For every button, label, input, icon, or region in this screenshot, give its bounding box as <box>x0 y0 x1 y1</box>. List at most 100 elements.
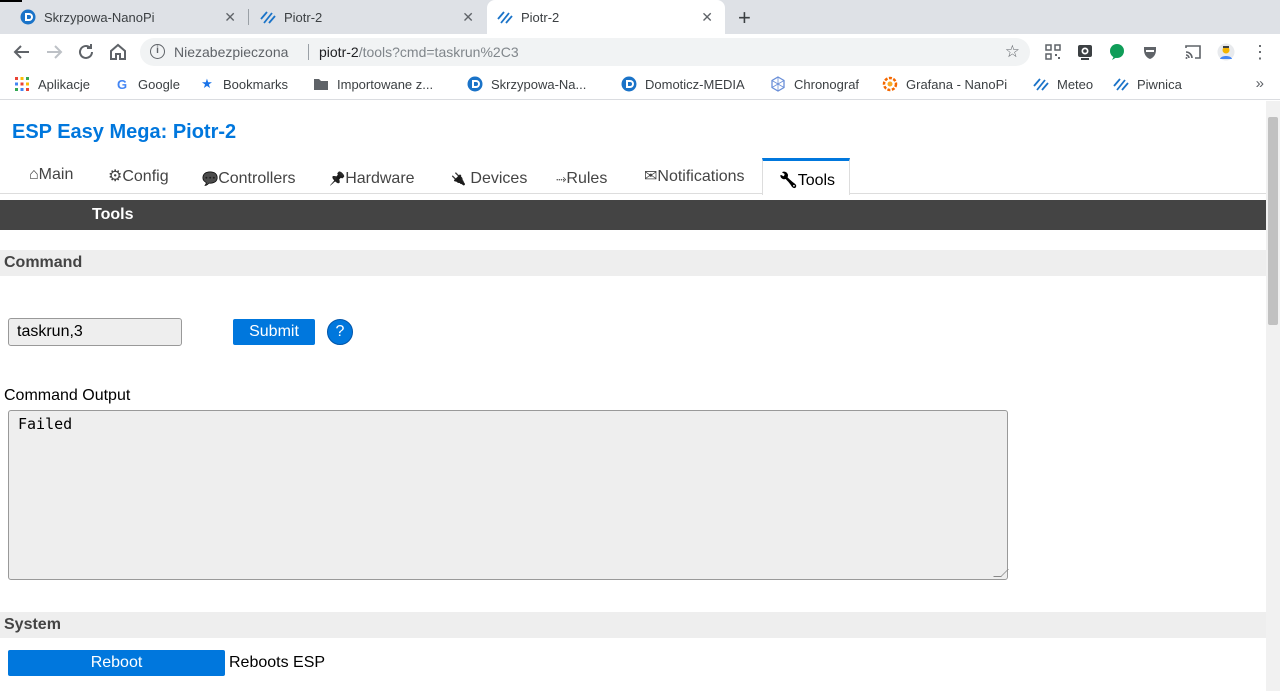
domoticz-icon <box>621 76 637 92</box>
page-content: ESP Easy Mega: Piotr-2 ⌂Main ⚙Config 💬Co… <box>0 101 1266 691</box>
bookmark-chronograf[interactable]: Chronograf <box>770 76 859 92</box>
tab-close-icon[interactable]: ✕ <box>224 9 236 26</box>
webcam-icon[interactable] <box>1076 43 1094 61</box>
bookmark-grafana[interactable]: Grafana - NanoPi <box>882 76 1007 92</box>
main-menu: ⌂Main ⚙Config 💬Controllers 📌Hardware 🔌 D… <box>0 158 1266 195</box>
tab-title: Skrzypowa-NanoPi <box>44 9 155 25</box>
wrench-icon: 🔧 <box>779 172 798 189</box>
menu-main[interactable]: ⌂Main <box>29 166 73 184</box>
pushpin-icon: 📌 <box>329 171 346 186</box>
domoticz-icon <box>20 9 36 25</box>
arrow-icon: ⤑ <box>556 171 567 186</box>
gear-icon: ⚙ <box>108 168 123 185</box>
header-bar-title: Tools <box>92 206 134 223</box>
tab-piotr-2-active[interactable]: Piotr-2 ✕ <box>487 0 725 34</box>
bookmark-piwnica[interactable]: Piwnica <box>1113 76 1182 92</box>
info-icon[interactable]: i <box>150 44 165 59</box>
menu-label: Rules <box>566 170 608 187</box>
reboot-button[interactable]: Reboot <box>8 650 225 676</box>
menu-label: Tools <box>797 172 836 189</box>
chat-bubble-icon[interactable] <box>1108 43 1126 61</box>
google-icon: G <box>116 76 128 92</box>
tab-piotr-2[interactable]: Piotr-2 ✕ <box>250 0 486 34</box>
esp-easy-icon <box>1033 78 1049 91</box>
arrow-left-icon <box>13 45 29 59</box>
bookmark-google[interactable]: G Google <box>114 76 180 92</box>
bookmark-skrzypowa[interactable]: Skrzypowa-Na... <box>467 76 586 92</box>
new-tab-button[interactable]: + <box>738 5 751 31</box>
menu-hardware[interactable]: 📌Hardware <box>329 170 415 188</box>
bookmark-apps[interactable]: Aplikacje <box>14 76 90 92</box>
menu-tools[interactable]: 🔧Tools <box>762 158 851 195</box>
cast-icon[interactable] <box>1184 43 1202 61</box>
page-title: ESP Easy Mega: Piotr-2 <box>12 121 237 143</box>
menu-controllers[interactable]: 💬Controllers <box>202 170 296 188</box>
url-text: piotr-2/tools?cmd=taskrun%2C3 <box>319 44 519 60</box>
bookmarks-overflow-icon[interactable]: » <box>1256 75 1264 92</box>
menu-notifications[interactable]: ✉Notifications <box>644 166 745 186</box>
menu-rules[interactable]: ⤑Rules <box>556 170 607 188</box>
bookmark-label: Piwnica <box>1137 76 1182 92</box>
profile-avatar-icon[interactable] <box>1217 43 1235 61</box>
bookmark-domoticz-media[interactable]: Domoticz-MEDIA <box>621 76 745 92</box>
back-button[interactable] <box>10 40 34 64</box>
bookmark-bookmarks[interactable]: ★ Bookmarks <box>199 76 288 92</box>
esp-easy-icon <box>260 11 276 24</box>
scrollbar-thumb[interactable] <box>1268 117 1278 325</box>
tab-title: Piotr-2 <box>521 9 560 25</box>
help-icon[interactable]: ? <box>327 319 353 345</box>
bookmark-label: Meteo <box>1057 76 1094 92</box>
url-path: /tools?cmd=taskrun%2C3 <box>358 44 519 60</box>
menu-label: Hardware <box>345 170 415 187</box>
tab-divider <box>248 9 249 25</box>
menu-devices[interactable]: 🔌 Devices <box>451 170 527 188</box>
menu-label: Notifications <box>657 168 745 185</box>
incognito-shield-icon[interactable] <box>1141 43 1159 61</box>
header-bar: Tools <box>0 200 1266 230</box>
address-divider <box>308 44 309 60</box>
bookmark-label: Chronograf <box>794 76 860 92</box>
bookmark-star-icon[interactable]: ☆ <box>1005 42 1020 62</box>
domoticz-icon <box>467 76 483 92</box>
envelope-icon: ✉ <box>644 168 658 185</box>
folder-icon <box>314 79 328 90</box>
bookmark-meteo[interactable]: Meteo <box>1033 76 1093 92</box>
submit-button[interactable]: Submit <box>233 319 315 345</box>
address-bar[interactable]: i Niezabezpieczona piotr-2/tools?cmd=tas… <box>140 38 1030 66</box>
menu-label: Config <box>122 168 169 185</box>
command-output-label: Command Output <box>4 387 131 404</box>
menu-config[interactable]: ⚙Config <box>108 166 169 186</box>
apps-grid-icon <box>15 77 29 91</box>
command-input[interactable] <box>8 318 182 346</box>
home-button[interactable] <box>106 40 130 64</box>
chronograf-icon <box>771 76 785 92</box>
speech-bubble-icon: 💬 <box>202 171 219 186</box>
page-scrollbar[interactable] <box>1266 101 1280 691</box>
resize-grip-icon[interactable] <box>993 569 1009 577</box>
tab-skrzypowa[interactable]: Skrzypowa-NanoPi ✕ <box>10 0 248 34</box>
esp-easy-icon <box>497 11 513 24</box>
tab-title: Piotr-2 <box>284 9 323 25</box>
star-icon: ★ <box>201 76 213 91</box>
esp-easy-icon <box>1113 78 1129 91</box>
plug-icon: 🔌 <box>451 172 466 186</box>
forward-button[interactable] <box>42 40 66 64</box>
reload-icon <box>79 44 93 59</box>
menu-kebab-icon[interactable]: ⋮ <box>1248 40 1272 64</box>
section-command: Command <box>0 250 1266 276</box>
section-system: System <box>0 612 1266 638</box>
arrow-right-icon <box>47 45 63 59</box>
bookmark-importowane[interactable]: Importowane z... <box>313 76 433 92</box>
qr-code-icon[interactable] <box>1044 43 1062 61</box>
tab-close-icon[interactable]: ✕ <box>701 9 713 26</box>
home-icon <box>110 43 126 60</box>
section-title: System <box>4 616 61 633</box>
command-output-textarea[interactable]: Failed <box>8 410 1009 580</box>
bookmark-label: Google <box>138 76 180 92</box>
reload-button[interactable] <box>74 40 98 64</box>
tab-close-icon[interactable]: ✕ <box>462 9 474 26</box>
bookmark-label: Domoticz-MEDIA <box>645 76 745 92</box>
reboot-description: Reboots ESP <box>229 654 326 671</box>
home-icon: ⌂ <box>29 166 39 183</box>
section-title: Command <box>4 254 83 271</box>
